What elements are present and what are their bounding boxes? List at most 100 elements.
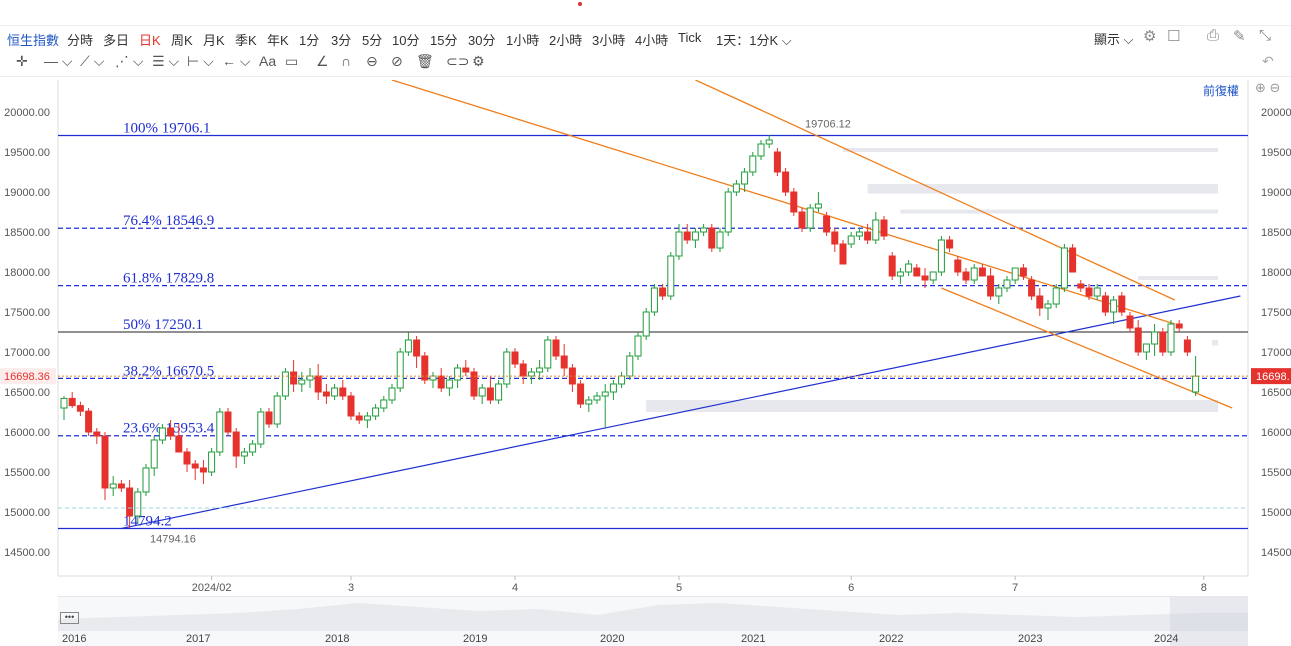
candle-body[interactable] xyxy=(142,467,150,493)
candle-body[interactable] xyxy=(798,211,806,229)
navigator[interactable]: ••• 2016 2017 2018 2019 2020 2021 2022 2023 2024 xyxy=(58,596,1248,646)
candle-body[interactable] xyxy=(331,387,339,397)
candle-body[interactable] xyxy=(257,411,265,445)
candle-body[interactable] xyxy=(675,231,683,257)
tab-period-15[interactable]: 3小時 xyxy=(592,30,625,49)
candle-body[interactable] xyxy=(716,231,724,249)
candle-body[interactable] xyxy=(1069,247,1077,273)
candle-body[interactable] xyxy=(667,255,675,297)
candle-body[interactable] xyxy=(773,151,781,173)
candle-body[interactable] xyxy=(1028,279,1036,297)
candle-body[interactable] xyxy=(823,215,831,233)
candle-body[interactable] xyxy=(109,483,117,489)
candle-body[interactable] xyxy=(691,231,699,241)
candle-body[interactable] xyxy=(454,367,462,381)
adjust-label[interactable]: 前復權 xyxy=(1203,82,1239,99)
candle-body[interactable] xyxy=(167,427,175,437)
candle-body[interactable] xyxy=(782,171,790,193)
candle-body[interactable] xyxy=(281,371,289,397)
candle-body[interactable] xyxy=(191,463,199,469)
candle-body[interactable] xyxy=(240,451,248,457)
tab-period-13[interactable]: 1小時 xyxy=(506,30,539,49)
candle-body[interactable] xyxy=(1142,343,1150,353)
zoom-icons[interactable]: ⊕ ⊖ xyxy=(1255,80,1280,96)
tab-period-3[interactable]: 周K xyxy=(171,30,193,49)
candle-body[interactable] xyxy=(1151,331,1159,345)
candle-body[interactable] xyxy=(970,267,978,281)
candle-body[interactable] xyxy=(577,383,585,405)
lock-icon[interactable]: ⊖ xyxy=(366,53,378,70)
candle-body[interactable] xyxy=(1101,295,1109,313)
fullscreen-icon[interactable]: ⤡ xyxy=(1259,27,1271,44)
candle-body[interactable] xyxy=(445,379,453,389)
tab-period-6[interactable]: 年K xyxy=(267,30,289,49)
text-tool-icon[interactable]: Aa xyxy=(259,53,276,69)
candle-body[interactable] xyxy=(1126,315,1134,329)
candle-body[interactable] xyxy=(495,383,503,401)
candle-body[interactable] xyxy=(85,410,93,433)
tab-period-17[interactable]: Tick xyxy=(678,30,701,45)
candle-body[interactable] xyxy=(937,239,945,273)
tab-period-8[interactable]: 3分 xyxy=(331,30,351,49)
candle-body[interactable] xyxy=(511,351,519,365)
candle-body[interactable] xyxy=(831,231,839,245)
candle-body[interactable] xyxy=(757,143,765,157)
candle-body[interactable] xyxy=(117,483,125,489)
candle-body[interactable] xyxy=(1003,279,1011,289)
candle-body[interactable] xyxy=(593,395,601,401)
candle-body[interactable] xyxy=(585,399,593,405)
camera-icon[interactable]: ⎙ xyxy=(1207,27,1219,44)
candle-body[interactable] xyxy=(380,399,388,409)
candle-body[interactable] xyxy=(700,227,708,233)
candle-body[interactable] xyxy=(503,351,511,385)
candle-body[interactable] xyxy=(1192,375,1200,393)
candle-body[interactable] xyxy=(683,231,691,241)
candle-body[interactable] xyxy=(839,243,847,265)
layout-icon[interactable]: ☐ xyxy=(1167,27,1180,45)
candle-body[interactable] xyxy=(478,387,486,397)
magnet-icon[interactable]: ∩ xyxy=(341,53,351,69)
candle-body[interactable] xyxy=(1060,247,1068,289)
candle-body[interactable] xyxy=(659,287,667,297)
candle-body[interactable] xyxy=(888,255,896,277)
candle-body[interactable] xyxy=(273,395,281,425)
candle-body[interactable] xyxy=(175,435,183,453)
candle-body[interactable] xyxy=(68,397,76,407)
candle-body[interactable] xyxy=(1159,331,1167,353)
candle-body[interactable] xyxy=(322,391,330,397)
candle-body[interactable] xyxy=(101,435,109,489)
candle-body[interactable] xyxy=(601,391,609,397)
candle-body[interactable] xyxy=(921,275,929,281)
candle-body[interactable] xyxy=(765,139,773,145)
candle-body[interactable] xyxy=(741,171,749,185)
candle-body[interactable] xyxy=(339,387,347,397)
measure-tool-icon[interactable]: ⊢ ⌵ xyxy=(187,53,214,70)
tab-period-2[interactable]: 日K xyxy=(139,30,161,49)
tab-period-7[interactable]: 1分 xyxy=(299,30,319,49)
hide-icon[interactable]: ⊘ xyxy=(391,53,403,70)
candle-body[interactable] xyxy=(519,363,527,377)
tab-period-18[interactable]: 1天：1分K ⌵ xyxy=(716,30,792,49)
candle-body[interactable] xyxy=(552,339,560,357)
candle-body[interactable] xyxy=(650,287,658,313)
candle-body[interactable] xyxy=(708,227,716,249)
candle-body[interactable] xyxy=(413,339,421,357)
candle-body[interactable] xyxy=(544,339,552,369)
candle-body[interactable] xyxy=(224,411,232,433)
fib-tool-icon[interactable]: ☰ ⌵ xyxy=(152,53,179,70)
candle-body[interactable] xyxy=(404,339,412,353)
navigator-menu-icon[interactable]: ••• xyxy=(60,612,79,624)
candle-body[interactable] xyxy=(896,271,904,277)
candle-body[interactable] xyxy=(126,487,134,517)
tab-period-0[interactable]: 分時 xyxy=(67,30,93,49)
candle-body[interactable] xyxy=(609,383,617,393)
candle-body[interactable] xyxy=(355,415,363,421)
candle-body[interactable] xyxy=(1110,299,1118,313)
candle-body[interactable] xyxy=(724,191,732,233)
comment-tool-icon[interactable]: ▭ xyxy=(285,53,298,70)
candle-body[interactable] xyxy=(536,367,544,373)
candle-body[interactable] xyxy=(847,235,855,245)
candle-body[interactable] xyxy=(437,375,445,389)
crosshair-icon[interactable]: ✛ xyxy=(16,53,28,70)
candle-body[interactable] xyxy=(1167,323,1175,353)
